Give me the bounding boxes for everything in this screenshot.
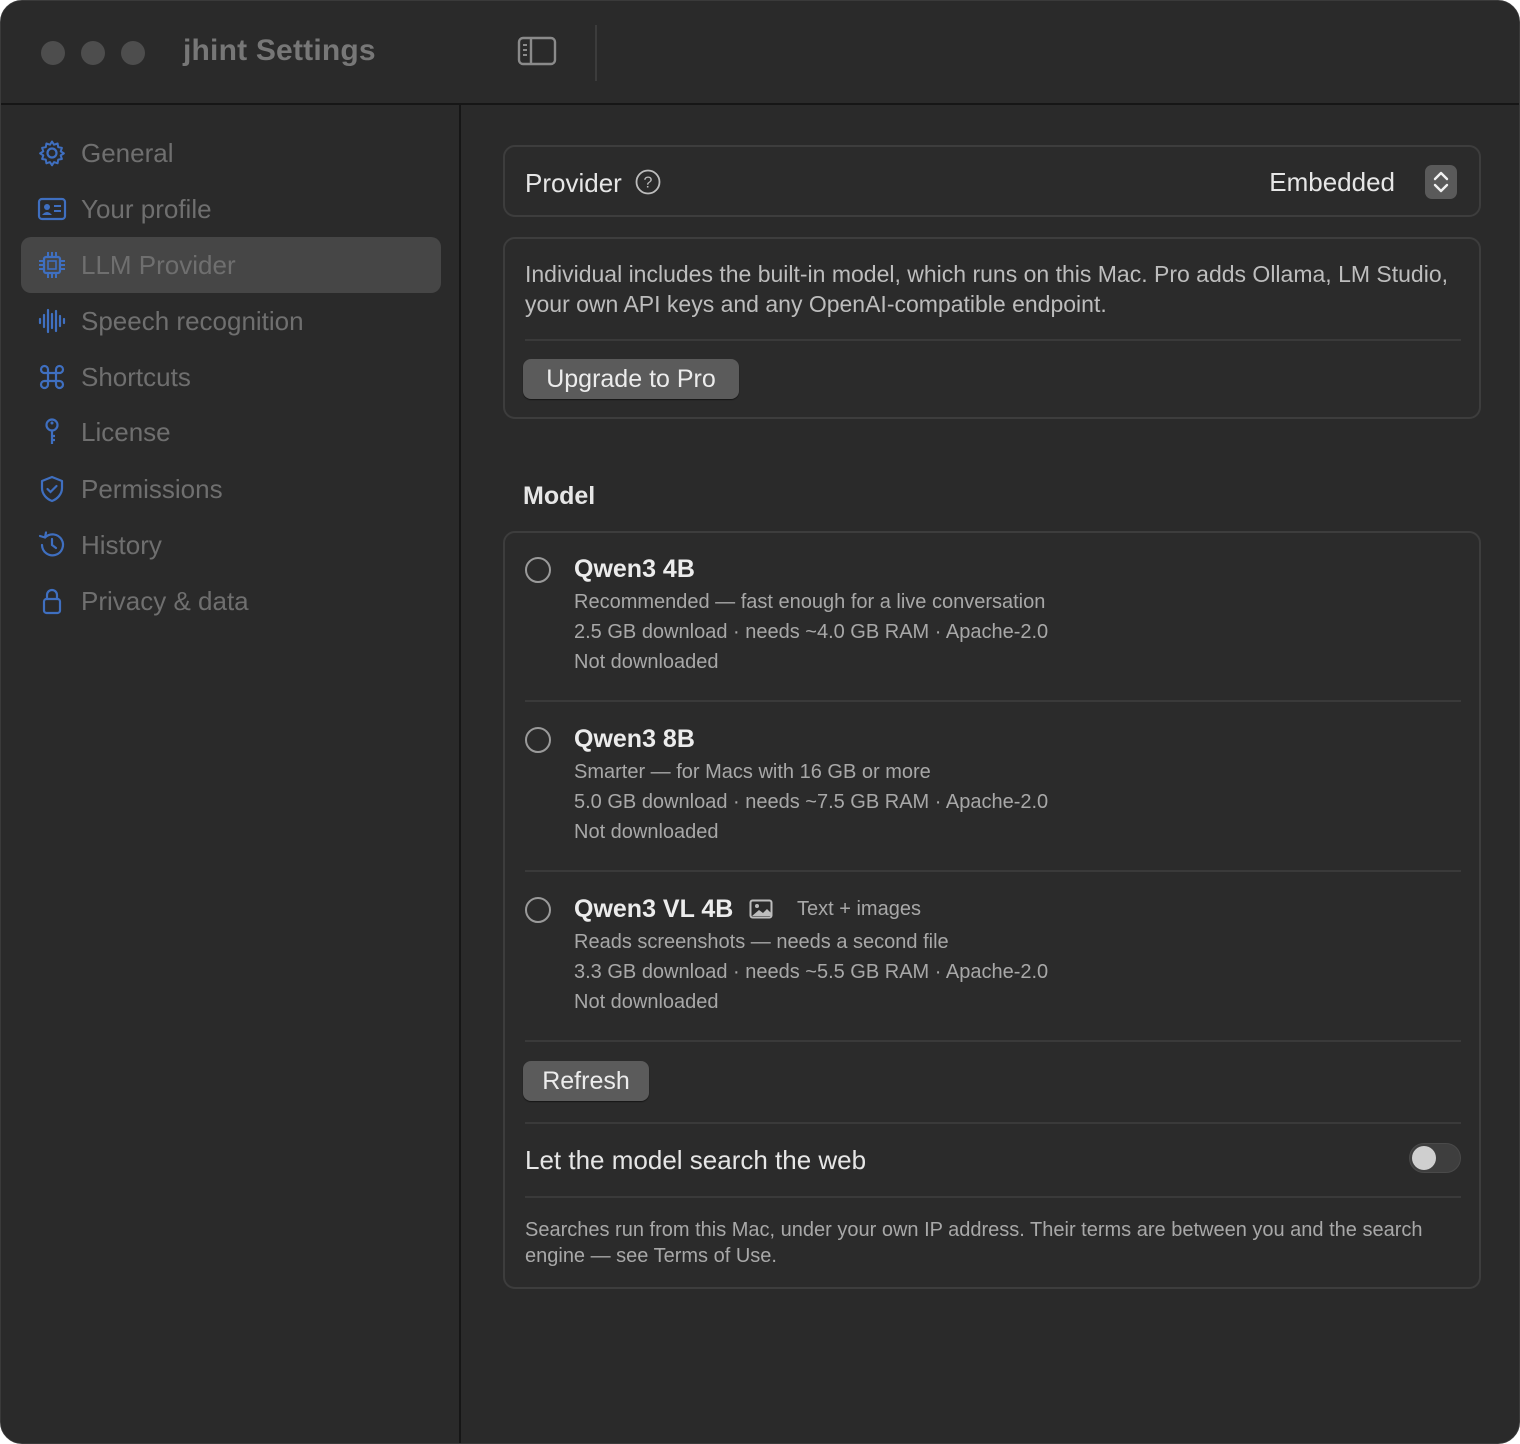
window-title: jhint Settings [183,34,376,67]
model-specs: 5.0 GB download · needs ~7.5 GB RAM · Ap… [574,791,1049,813]
help-icon[interactable]: ? [635,169,661,195]
model-tag: Text + images [797,898,921,920]
waveform-icon [38,308,66,334]
command-icon [39,364,65,390]
chevron-up-down-icon [1425,165,1457,199]
model-tagline: Smarter — for Macs with 16 GB or more [574,761,931,783]
divider [525,1196,1461,1198]
sidebar-toggle-icon[interactable] [517,35,557,67]
close-window-button[interactable] [41,41,65,65]
divider [525,870,1461,872]
model-section-title: Model [523,482,596,510]
radio-button[interactable] [525,727,551,753]
model-specs: 2.5 GB download · needs ~4.0 GB RAM · Ap… [574,621,1049,643]
shield-check-icon [40,475,64,503]
divider [525,700,1461,702]
main-content: Provider ? Embedded Individual includes … [463,105,1519,1443]
sidebar-item-speech-recognition[interactable]: Speech recognition [21,293,441,349]
sidebar-item-general[interactable]: General [21,125,441,181]
web-search-toggle[interactable] [1409,1143,1461,1173]
model-option-qwen3-vl-4b[interactable]: Qwen3 VL 4B Text + images Reads screensh… [505,873,1479,1043]
upgrade-description: Individual includes the built-in model, … [525,261,1449,317]
model-tagline: Recommended — fast enough for a live con… [574,591,1046,613]
toggle-knob [1412,1146,1436,1170]
upgrade-card: Individual includes the built-in model, … [503,237,1481,419]
svg-text:?: ? [644,175,653,192]
sidebar-item-label: License [81,417,171,447]
sidebar-item-shortcuts[interactable]: Shortcuts [21,349,441,405]
upgrade-to-pro-button[interactable]: Upgrade to Pro [523,359,739,399]
lock-icon [42,588,62,615]
model-option-qwen3-8b[interactable]: Qwen3 8B Smarter — for Macs with 16 GB o… [505,703,1479,873]
minimize-window-button[interactable] [81,41,105,65]
radio-button[interactable] [525,557,551,583]
sidebar-item-label: Speech recognition [81,306,304,336]
model-option-qwen3-4b[interactable]: Qwen3 4B Recommended — fast enough for a… [505,533,1479,703]
sidebar-item-privacy-data[interactable]: Privacy & data [21,573,441,629]
web-search-footnote: Searches run from this Mac, under your o… [525,1219,1423,1267]
sidebar-item-history[interactable]: History [21,517,441,573]
provider-label: Provider [525,168,622,198]
provider-popup-button[interactable]: Embedded [1257,165,1457,199]
zoom-window-button[interactable] [121,41,145,65]
model-name: Qwen3 VL 4B [574,895,734,923]
web-search-label: Let the model search the web [525,1145,867,1175]
model-status: Not downloaded [574,651,719,673]
sidebar-item-label: History [81,530,162,560]
model-status: Not downloaded [574,991,719,1013]
divider [525,1122,1461,1124]
divider [525,339,1461,341]
sidebar-item-permissions[interactable]: Permissions [21,461,441,517]
sidebar-item-llm-provider[interactable]: LLM Provider [21,237,441,293]
image-icon [749,899,773,919]
sidebar-item-label: Your profile [81,194,212,224]
clock-history-icon [38,531,65,557]
title-bar: jhint Settings [1,1,1519,105]
refresh-button[interactable]: Refresh [523,1061,649,1101]
sidebar-item-label: Privacy & data [81,586,249,616]
sidebar: General Your profile LLM Provider Speech… [1,105,461,1443]
id-card-icon [37,197,67,221]
radio-button[interactable] [525,897,551,923]
sidebar-item-your-profile[interactable]: Your profile [21,181,441,237]
model-card: Qwen3 4B Recommended — fast enough for a… [503,531,1481,1289]
provider-value: Embedded [1269,167,1395,197]
sidebar-item-label: Permissions [81,474,223,504]
model-name: Qwen3 4B [574,555,695,583]
model-specs: 3.3 GB download · needs ~5.5 GB RAM · Ap… [574,961,1049,983]
model-status: Not downloaded [574,821,719,843]
sidebar-item-license[interactable]: License [21,404,441,460]
settings-window: jhint Settings General Your profile LLM … [0,0,1520,1444]
cpu-chip-icon [39,252,65,278]
provider-card: Provider ? Embedded [503,145,1481,217]
sidebar-item-label: General [81,138,174,168]
sidebar-item-label: LLM Provider [81,250,236,280]
sidebar-item-label: Shortcuts [81,362,191,392]
model-name: Qwen3 8B [574,725,695,753]
key-icon [45,418,59,444]
divider [525,1040,1461,1042]
toolbar-separator [595,25,597,81]
gear-icon [39,140,65,167]
model-tagline: Reads screenshots — needs a second file [574,931,949,953]
